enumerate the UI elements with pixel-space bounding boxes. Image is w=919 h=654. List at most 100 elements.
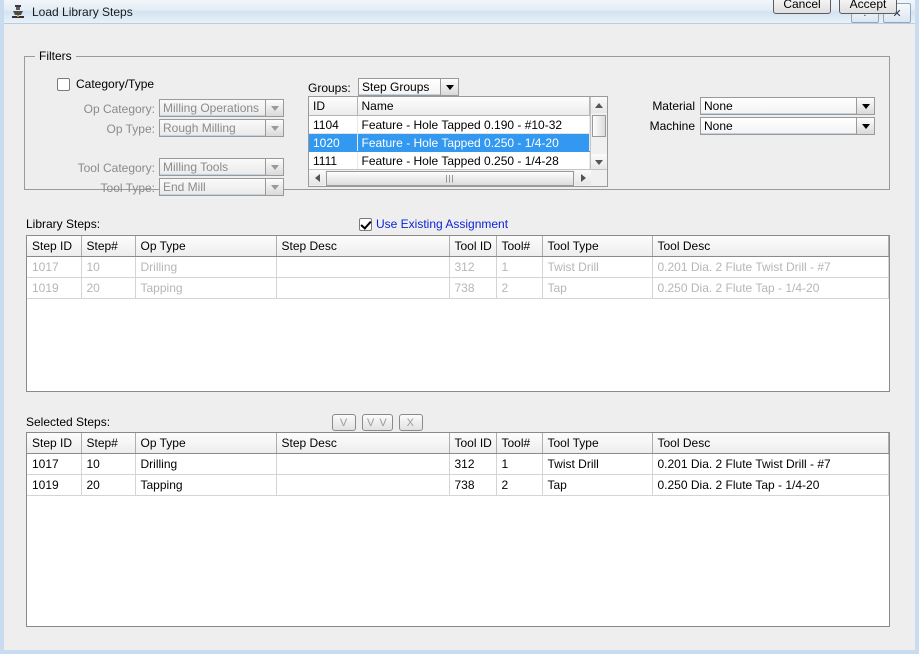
use-existing-assignment-checkbox[interactable]: Use Existing Assignment [359, 217, 508, 231]
scroll-left-icon[interactable] [309, 170, 325, 185]
cell-tool-num: 2 [496, 474, 543, 496]
transfer-buttons: V V V X [332, 414, 423, 431]
selected-steps-label: Selected Steps: [26, 415, 111, 429]
groups-row[interactable]: 1111 Feature - Hole Tapped 0.250 - 1/4-2… [309, 151, 590, 169]
op-type-value: Rough Milling [160, 120, 265, 136]
cell-op-type: Tapping [135, 277, 277, 299]
cell-tool-type: Tap [542, 474, 653, 496]
checkbox-box[interactable] [57, 77, 70, 91]
group-id: 1111 [309, 151, 358, 169]
scroll-down-icon[interactable] [591, 154, 607, 170]
cell-tool-id: 738 [449, 277, 497, 299]
cell-tool-desc: 0.250 Dia. 2 Flute Tap - 1/4-20 [652, 277, 889, 299]
chevron-down-icon[interactable] [265, 179, 283, 195]
table-row[interactable]: 1019 20 Tapping 738 2 Tap 0.250 Dia. 2 F… [27, 474, 889, 496]
library-steps-table-container[interactable]: Step ID Step# Op Type Step Desc Tool ID … [26, 235, 890, 392]
chevron-down-icon[interactable] [265, 100, 283, 116]
material-combo[interactable]: None [700, 97, 875, 115]
table-row[interactable]: 1017 10 Drilling 312 1 Twist Drill 0.201… [27, 256, 889, 278]
cell-tool-desc: 0.201 Dia. 2 Flute Twist Drill - #7 [652, 453, 889, 475]
cell-tool-num: 1 [496, 256, 543, 278]
machine-combo[interactable]: None [700, 117, 875, 135]
move-all-button[interactable]: V V [362, 414, 393, 431]
hscroll-thumb[interactable]: ||| [326, 171, 574, 186]
cell-op-type: Drilling [135, 256, 277, 278]
load-library-steps-dialog: Load Library Steps ? ✕ Filters Category/… [0, 0, 919, 654]
table-row[interactable]: 1017 10 Drilling 312 1 Twist Drill 0.201… [27, 453, 889, 475]
col-step-id[interactable]: Step ID [27, 433, 82, 454]
op-type-combo[interactable]: Rough Milling [159, 119, 284, 137]
groups-row-selected[interactable]: 1020 Feature - Hole Tapped 0.250 - 1/4-2… [309, 133, 590, 152]
cell-step-desc [276, 453, 450, 475]
group-id: 1020 [309, 133, 358, 152]
cell-tool-desc: 0.201 Dia. 2 Flute Twist Drill - #7 [652, 256, 889, 278]
chevron-down-icon[interactable] [856, 98, 874, 114]
selected-steps-table-container[interactable]: Step ID Step# Op Type Step Desc Tool ID … [26, 432, 890, 627]
col-tool-desc[interactable]: Tool Desc [652, 433, 889, 454]
col-tool-type[interactable]: Tool Type [542, 236, 653, 257]
tool-type-combo[interactable]: End Mill [159, 178, 284, 196]
col-step-num[interactable]: Step# [81, 236, 136, 257]
tool-category-combo[interactable]: Milling Tools [159, 158, 284, 176]
col-tool-num[interactable]: Tool# [496, 433, 543, 454]
tool-type-value: End Mill [160, 179, 265, 195]
scroll-right-icon[interactable] [575, 170, 591, 185]
col-step-id[interactable]: Step ID [27, 236, 82, 257]
col-step-desc[interactable]: Step Desc [276, 433, 450, 454]
table-row[interactable]: 1019 20 Tapping 738 2 Tap 0.250 Dia. 2 F… [27, 277, 889, 299]
selected-steps-table: Step ID Step# Op Type Step Desc Tool ID … [27, 433, 889, 496]
groups-row[interactable]: 1104 Feature - Hole Tapped 0.190 - #10-3… [309, 115, 590, 134]
groups-horizontal-scrollbar[interactable]: ||| [309, 169, 607, 186]
remove-label: X [406, 416, 415, 429]
col-tool-id[interactable]: Tool ID [449, 433, 497, 454]
chevron-down-icon[interactable] [440, 79, 458, 95]
col-op-type[interactable]: Op Type [135, 433, 277, 454]
col-tool-id[interactable]: Tool ID [449, 236, 497, 257]
col-tool-num[interactable]: Tool# [496, 236, 543, 257]
cell-tool-type: Twist Drill [542, 453, 653, 475]
category-type-checkbox[interactable]: Category/Type [57, 77, 154, 91]
cell-step-desc [276, 277, 450, 299]
chevron-down-icon[interactable] [856, 118, 874, 134]
window-title: Load Library Steps [32, 4, 133, 19]
col-tool-desc[interactable]: Tool Desc [652, 236, 889, 257]
accept-button[interactable]: Accept [839, 0, 897, 14]
library-steps-header-row: Step ID Step# Op Type Step Desc Tool ID … [27, 236, 889, 257]
move-one-button[interactable]: V [332, 414, 356, 431]
groups-col-name[interactable]: Name [357, 97, 590, 116]
cell-tool-type: Twist Drill [542, 256, 653, 278]
cell-step-id: 1019 [27, 474, 82, 496]
cancel-label: Cancel [783, 0, 821, 11]
col-op-type[interactable]: Op Type [135, 236, 277, 257]
vscroll-thumb[interactable] [592, 115, 606, 137]
groups-col-id[interactable]: ID [309, 97, 358, 116]
material-label: Material [652, 99, 695, 113]
filters-group: Filters Category/Type Op Category: Milli… [24, 49, 890, 196]
op-type-label: Op Type: [106, 122, 155, 136]
checkbox-box[interactable] [359, 217, 372, 231]
group-name: Feature - Hole Tapped 0.190 - #10-32 [357, 115, 590, 134]
col-step-num[interactable]: Step# [81, 433, 136, 454]
groups-combo[interactable]: Step Groups [358, 78, 459, 96]
footer-buttons: Cancel Accept [773, 0, 897, 14]
scroll-up-icon[interactable] [591, 97, 607, 113]
cell-op-type: Drilling [135, 453, 277, 475]
cell-step-num: 20 [81, 277, 136, 299]
groups-header-row: ID Name [309, 97, 590, 116]
group-name: Feature - Hole Tapped 0.250 - 1/4-28 [357, 151, 590, 169]
remove-button[interactable]: X [398, 414, 423, 431]
chevron-down-icon[interactable] [265, 120, 283, 136]
cancel-button[interactable]: Cancel [773, 0, 831, 14]
cell-tool-id: 738 [449, 474, 497, 496]
groups-grid[interactable]: ID Name 1104 Feature - Hole Tapped 0.190… [308, 96, 608, 187]
groups-vertical-scrollbar[interactable] [590, 97, 607, 170]
col-tool-type[interactable]: Tool Type [542, 433, 653, 454]
machine-label: Machine [649, 119, 695, 133]
cell-tool-desc: 0.250 Dia. 2 Flute Tap - 1/4-20 [652, 474, 889, 496]
cell-step-id: 1017 [27, 256, 82, 278]
col-step-desc[interactable]: Step Desc [276, 236, 450, 257]
chevron-down-icon[interactable] [265, 159, 283, 175]
op-category-combo[interactable]: Milling Operations [159, 99, 284, 117]
cell-op-type: Tapping [135, 474, 277, 496]
accept-label: Accept [849, 0, 887, 11]
